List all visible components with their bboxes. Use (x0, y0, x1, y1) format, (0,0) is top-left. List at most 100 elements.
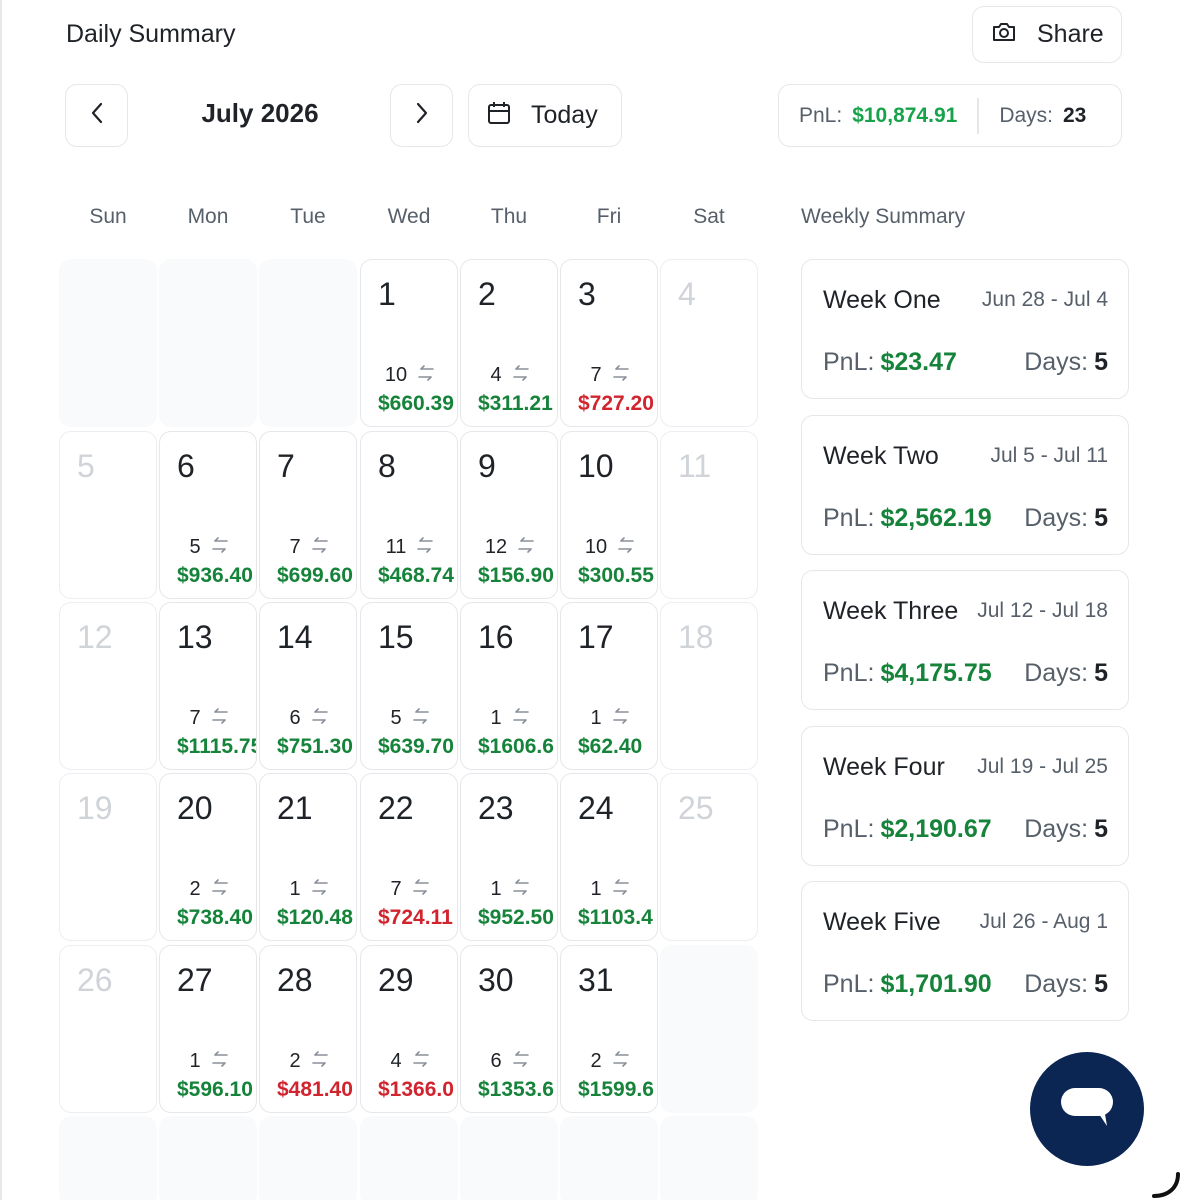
calendar-day-cell[interactable]: 9 12 $156.90 (460, 431, 558, 599)
calendar-day-cell[interactable]: 17 1 $62.40 (560, 602, 658, 770)
trade-count: 4 (461, 364, 559, 387)
day-number: 22 (378, 790, 414, 826)
week-days: Days: 5 (1024, 815, 1108, 844)
resize-handle-icon[interactable] (1150, 1170, 1180, 1200)
calendar-day-cell[interactable]: 21 1 $120.48 (259, 773, 357, 941)
week-days-value: 5 (1094, 504, 1108, 532)
trade-count: 4 (361, 1050, 459, 1073)
week-summary-card[interactable]: Week Four Jul 19 - Jul 25 PnL: $2,190.67 Day… (801, 726, 1129, 866)
day-pnl: $751.30 (277, 735, 353, 758)
swap-arrows-icon (311, 708, 329, 728)
calendar-weekend-cell: 4 (660, 259, 758, 427)
weekday-header: Sat (693, 205, 725, 228)
calendar-weekend-cell: 5 (59, 431, 157, 599)
day-number: 5 (77, 448, 95, 484)
day-number: 11 (678, 448, 712, 484)
chevron-right-icon (415, 102, 429, 129)
week-range: Jul 5 - Jul 11 (990, 444, 1109, 467)
week-days-value: 5 (1094, 815, 1108, 843)
week-days-label: Days: (1024, 970, 1089, 998)
day-number: 19 (77, 790, 113, 826)
calendar-day-cell[interactable]: 10 10 $300.55 (560, 431, 658, 599)
swap-arrows-icon (412, 708, 430, 728)
calendar-day-cell[interactable]: 20 2 $738.40 (159, 773, 257, 941)
day-number: 1 (378, 276, 396, 312)
calendar-day-cell[interactable]: 29 4 $1366.0 (360, 945, 458, 1113)
week-range: Jun 28 - Jul 4 (981, 288, 1108, 311)
trade-count-value: 7 (289, 536, 301, 558)
calendar-day-cell[interactable]: 1 10 $660.39 (360, 259, 458, 427)
calendar-weekend-cell: 12 (59, 602, 157, 770)
week-range: Jul 19 - Jul 25 (977, 755, 1108, 778)
pnl-label: PnL: (799, 103, 843, 127)
week-days-value: 5 (1094, 348, 1108, 376)
week-summary-card[interactable]: Week Two Jul 5 - Jul 11 PnL: $2,562.19 Days:… (801, 415, 1129, 555)
trade-count-value: 1 (289, 878, 301, 900)
calendar-empty-cell (59, 259, 157, 427)
weekday-header: Fri (596, 205, 622, 228)
calendar-day-cell[interactable]: 16 1 $1606.6 (460, 602, 558, 770)
share-button[interactable]: Share (972, 6, 1122, 63)
day-pnl: $699.60 (277, 564, 353, 587)
calendar-day-cell[interactable]: 23 1 $952.50 (460, 773, 558, 941)
calendar-day-cell[interactable]: 14 6 $751.30 (259, 602, 357, 770)
calendar-day-cell[interactable]: 8 11 $468.74 (360, 431, 458, 599)
today-button[interactable]: Today (468, 84, 622, 147)
week-summary-card[interactable]: Week Five Jul 26 - Aug 1 PnL: $1,701.90 Days… (801, 881, 1129, 1021)
week-range: Jul 26 - Aug 1 (979, 910, 1108, 933)
day-pnl: $660.39 (378, 392, 454, 415)
trade-count-value: 2 (289, 1050, 301, 1072)
weekday-header: Sun (89, 205, 127, 228)
calendar-day-cell[interactable]: 22 7 $724.11 (360, 773, 458, 941)
trade-count-value: 6 (289, 707, 301, 729)
trade-count: 11 (361, 536, 459, 559)
calendar-day-cell[interactable]: 24 1 $1103.4 (560, 773, 658, 941)
calendar-day-cell[interactable]: 31 2 $1599.6 (560, 945, 658, 1113)
calendar-day-cell[interactable]: 6 5 $936.40 (159, 431, 257, 599)
next-month-button[interactable] (390, 84, 453, 147)
chevron-left-icon (90, 102, 104, 129)
day-number: 15 (378, 619, 414, 655)
trade-count: 7 (260, 536, 358, 559)
calendar-weekend-cell: 18 (660, 602, 758, 770)
calendar-day-cell[interactable]: 28 2 $481.40 (259, 945, 357, 1113)
calendar-icon (487, 101, 511, 130)
week-pnl-label: PnL: (823, 659, 875, 687)
day-number: 6 (177, 448, 195, 484)
day-pnl: $62.40 (578, 735, 643, 758)
day-pnl: $936.40 (177, 564, 253, 587)
week-days-label: Days: (1024, 504, 1089, 532)
week-pnl-label: PnL: (823, 348, 875, 376)
calendar-day-cell[interactable]: 2 4 $311.21 (460, 259, 558, 427)
week-pnl-label: PnL: (823, 504, 875, 532)
day-number: 27 (177, 962, 213, 998)
calendar-day-cell[interactable]: 15 5 $639.70 (360, 602, 458, 770)
camera-icon (991, 21, 1017, 48)
week-pnl: PnL: $1,701.90 (823, 970, 992, 999)
day-pnl: $1366.0 (378, 1078, 454, 1101)
calendar-day-cell[interactable]: 30 6 $1353.6 (460, 945, 558, 1113)
calendar-empty-cell (660, 1116, 758, 1200)
trade-count: 10 (561, 536, 659, 559)
trade-count-value: 4 (390, 1050, 402, 1072)
day-number: 18 (678, 619, 714, 655)
prev-month-button[interactable] (65, 84, 128, 147)
day-number: 20 (177, 790, 213, 826)
swap-arrows-icon (416, 537, 434, 557)
week-pnl: PnL: $4,175.75 (823, 659, 992, 688)
week-summary-card[interactable]: Week Three Jul 12 - Jul 18 PnL: $4,175.75 Da… (801, 570, 1129, 710)
days-label: Days: (999, 103, 1053, 127)
trade-count-value: 4 (490, 364, 502, 386)
calendar-day-cell[interactable]: 7 7 $699.60 (259, 431, 357, 599)
calendar-day-cell[interactable]: 27 1 $596.10 (159, 945, 257, 1113)
calendar-day-cell[interactable]: 3 7 $727.20 (560, 259, 658, 427)
week-pnl-label: PnL: (823, 815, 875, 843)
calendar-day-cell[interactable]: 13 7 $1115.75 (159, 602, 257, 770)
week-summary-card[interactable]: Week One Jun 28 - Jul 4 PnL: $23.47 Days: 5 (801, 259, 1129, 399)
trade-count-value: 7 (189, 707, 201, 729)
calendar-empty-cell (59, 1116, 157, 1200)
chat-button[interactable] (1030, 1052, 1144, 1166)
trade-count-value: 7 (390, 878, 402, 900)
week-days-value: 5 (1094, 970, 1108, 998)
swap-arrows-icon (417, 365, 435, 385)
